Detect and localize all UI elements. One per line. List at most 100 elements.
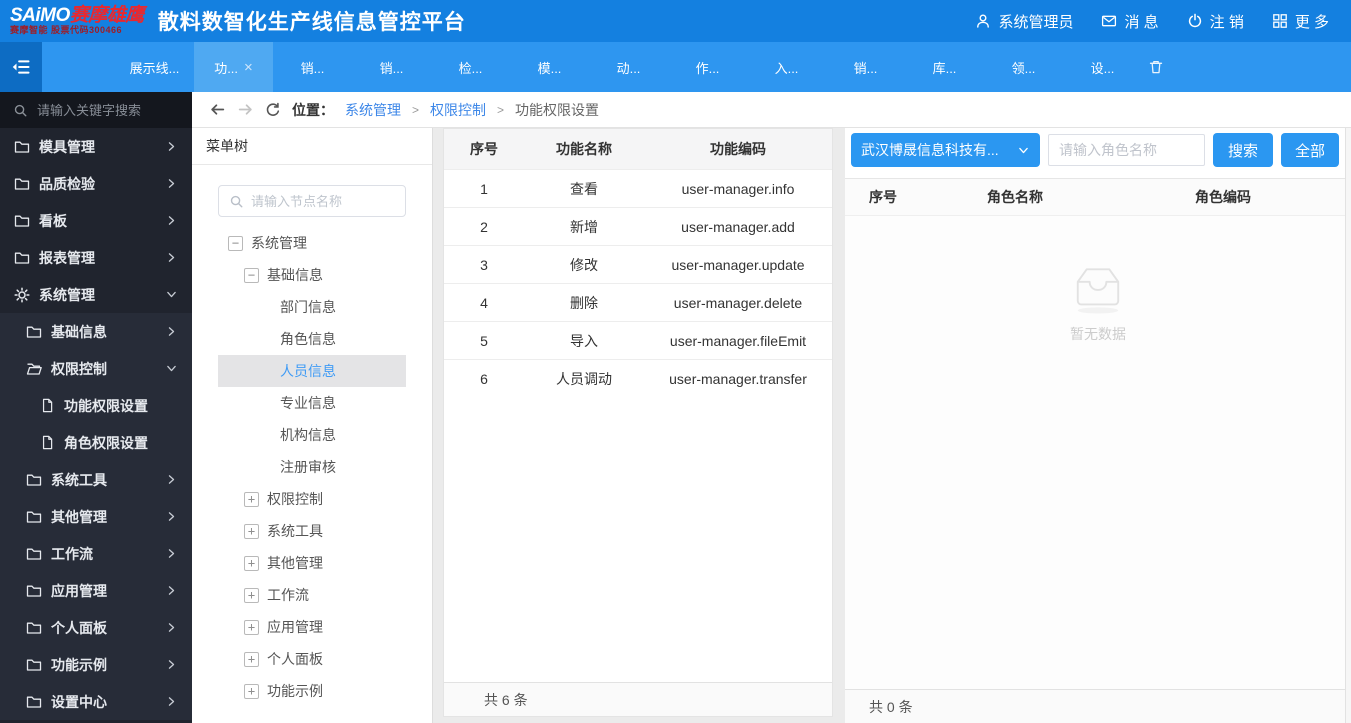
sidebar-item-app-management[interactable]: 应用管理	[0, 572, 192, 609]
sidebar-item-kanban[interactable]: 看板	[0, 202, 192, 239]
system-management-submenu: 基础信息 权限控制 功能权限设置 角色权限设置 系统工具	[0, 313, 192, 720]
table-row[interactable]: 3 修改 user-manager.update	[444, 245, 832, 283]
sidebar-item-quality-inspection[interactable]: 品质检验	[0, 165, 192, 202]
tab-12[interactable]: 领...	[984, 42, 1063, 92]
tab-9[interactable]: 入...	[747, 42, 826, 92]
sidebar-item-basic-info[interactable]: 基础信息	[0, 313, 192, 350]
tree-node-other-management[interactable]: + 其他管理	[218, 547, 406, 579]
expand-node-icon[interactable]: +	[244, 492, 259, 507]
tab-8[interactable]: 作...	[668, 42, 747, 92]
close-all-tabs-button[interactable]	[1142, 42, 1170, 92]
table-row[interactable]: 1 查看 user-manager.info	[444, 169, 832, 207]
sidebar-item-function-permission-settings[interactable]: 功能权限设置	[0, 387, 192, 424]
breadcrumb-link-permission-control[interactable]: 权限控制	[430, 100, 486, 120]
empty-state-text: 暂无数据	[1070, 324, 1126, 344]
tab-13[interactable]: 设...	[1063, 42, 1142, 92]
collapse-node-icon[interactable]: −	[244, 268, 259, 283]
tab-3[interactable]: 销...	[273, 42, 352, 92]
expand-node-icon[interactable]: +	[244, 524, 259, 539]
sidebar-collapse-button[interactable]	[0, 42, 42, 92]
messages-button[interactable]: 消 息	[1101, 11, 1158, 32]
breadcrumb-prefix: 位置：	[292, 100, 334, 120]
sidebar-item-system-management[interactable]: 系统管理	[0, 276, 192, 313]
all-button[interactable]: 全部	[1281, 133, 1339, 167]
sidebar-item-system-tools[interactable]: 系统工具	[0, 461, 192, 498]
tree-node-function-examples[interactable]: + 功能示例	[218, 675, 406, 707]
table-row[interactable]: 6 人员调动 user-manager.transfer	[444, 359, 832, 397]
tree-node-specialty-info[interactable]: 专业信息	[218, 387, 406, 419]
role-name-field[interactable]	[1048, 134, 1205, 166]
user-name: 系统管理员	[998, 11, 1073, 32]
tree-node-system-tools[interactable]: + 系统工具	[218, 515, 406, 547]
role-name-input[interactable]	[1059, 142, 1194, 158]
tab-1[interactable]: 展示线...	[115, 42, 194, 92]
tree-node-personnel-info-selected[interactable]: 人员信息	[218, 355, 406, 387]
role-table-count: 共 0 条	[845, 689, 1351, 723]
sidebar-item-permission-control[interactable]: 权限控制	[0, 350, 192, 387]
company-select[interactable]: 武汉博晟信息科技有...	[851, 133, 1040, 167]
expand-node-icon[interactable]: +	[244, 556, 259, 571]
column-header-function-name: 功能名称	[524, 139, 644, 159]
tab-7[interactable]: 动...	[589, 42, 668, 92]
folder-icon	[26, 620, 42, 636]
column-header-role-name: 角色名称	[935, 187, 1095, 207]
tab-11[interactable]: 库...	[905, 42, 984, 92]
tree-search-input[interactable]	[251, 194, 395, 209]
expand-node-icon[interactable]: +	[244, 588, 259, 603]
tab-2-active[interactable]: 功... ×	[194, 42, 273, 92]
tab-10[interactable]: 销...	[826, 42, 905, 92]
sidebar-item-mold-management[interactable]: 模具管理	[0, 128, 192, 165]
tab-4[interactable]: 销...	[352, 42, 431, 92]
sidebar-item-personal-panel[interactable]: 个人面板	[0, 609, 192, 646]
expand-node-icon[interactable]: +	[244, 652, 259, 667]
folder-open-icon	[26, 361, 42, 377]
tree-node-workflow[interactable]: + 工作流	[218, 579, 406, 611]
logout-button[interactable]: 注 销	[1187, 11, 1244, 32]
sidebar-item-workflow[interactable]: 工作流	[0, 535, 192, 572]
sidebar-search[interactable]	[0, 92, 192, 128]
expand-node-icon[interactable]: +	[244, 620, 259, 635]
collapse-menu-icon	[11, 57, 31, 77]
column-header-no: 序号	[444, 139, 524, 159]
sidebar-item-function-examples[interactable]: 功能示例	[0, 646, 192, 683]
table-row[interactable]: 2 新增 user-manager.add	[444, 207, 832, 245]
brand-name: SAiMO	[10, 5, 70, 26]
sidebar-item-role-permission-settings[interactable]: 角色权限设置	[0, 424, 192, 461]
sidebar-item-settings-center[interactable]: 设置中心	[0, 683, 192, 720]
folder-icon	[26, 694, 42, 710]
table-row[interactable]: 5 导入 user-manager.fileEmit	[444, 321, 832, 359]
tree-node-organization-info[interactable]: 机构信息	[218, 419, 406, 451]
function-table-panel: 序号 功能名称 功能编码 1 查看 user-manager.info 2 新增…	[443, 128, 833, 717]
table-row[interactable]: 4 删除 user-manager.delete	[444, 283, 832, 321]
tab-6[interactable]: 模...	[510, 42, 589, 92]
tree-node-system-management[interactable]: − 系统管理	[218, 227, 406, 259]
tree-node-registration-review[interactable]: 注册审核	[218, 451, 406, 483]
tree-node-role-info[interactable]: 角色信息	[218, 323, 406, 355]
forward-icon[interactable]	[237, 101, 254, 118]
user-menu[interactable]: 系统管理员	[975, 11, 1073, 32]
sidebar: 模具管理 品质检验 看板 报表管理 系统管理 基础信息	[0, 92, 192, 723]
back-icon[interactable]	[209, 101, 226, 118]
tree-node-basic-info[interactable]: − 基础信息	[218, 259, 406, 291]
sidebar-search-input[interactable]	[37, 103, 179, 118]
more-button[interactable]: 更 多	[1272, 11, 1329, 32]
tree-node-department-info[interactable]: 部门信息	[218, 291, 406, 323]
sidebar-item-report-management[interactable]: 报表管理	[0, 239, 192, 276]
expand-node-icon[interactable]: +	[244, 684, 259, 699]
close-icon[interactable]: ×	[244, 60, 253, 75]
tree-node-personal-panel[interactable]: + 个人面板	[218, 643, 406, 675]
chevron-right-icon	[165, 473, 178, 486]
search-button[interactable]: 搜索	[1213, 133, 1273, 167]
scrollbar[interactable]	[1345, 128, 1351, 723]
tree-search[interactable]	[218, 185, 406, 217]
chevron-down-icon	[165, 288, 178, 301]
refresh-icon[interactable]	[265, 102, 281, 118]
breadcrumb-link-system-management[interactable]: 系统管理	[345, 100, 401, 120]
tab-5[interactable]: 检...	[431, 42, 510, 92]
tree-node-app-management[interactable]: + 应用管理	[218, 611, 406, 643]
tree-node-permission-control[interactable]: + 权限控制	[218, 483, 406, 515]
collapse-node-icon[interactable]: −	[228, 236, 243, 251]
sidebar-item-other-management[interactable]: 其他管理	[0, 498, 192, 535]
chevron-right-icon	[165, 658, 178, 671]
tab-bar: 展示线... 功... × 销... 销... 检... 模... 动... 作…	[0, 42, 1351, 92]
